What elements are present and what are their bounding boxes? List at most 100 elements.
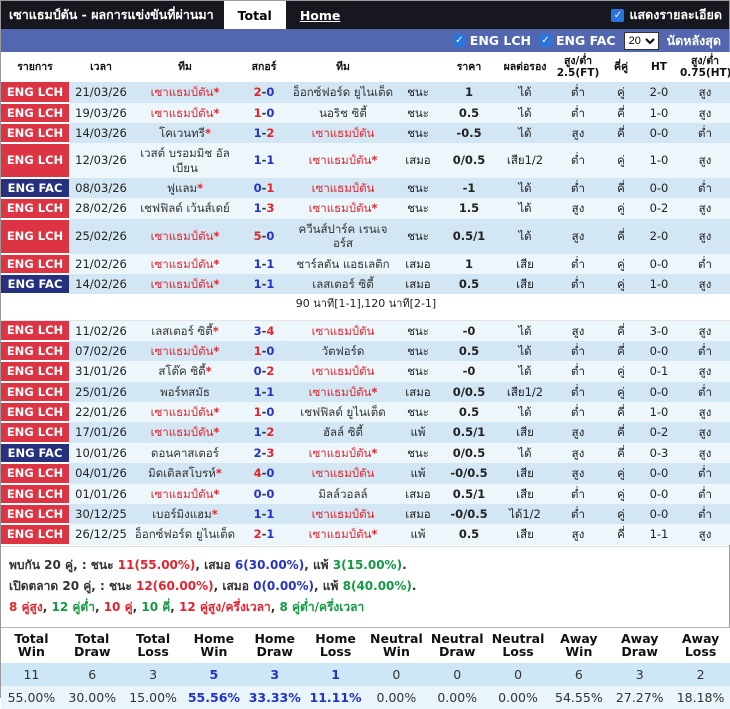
match-date: 14/03/26	[69, 122, 133, 144]
match-row: ENG LCH 12/03/26 เวสต์ บรอมมิช อัลเบียน 1-1…	[1, 143, 730, 179]
summary-segment: 3(15.00%)	[332, 557, 403, 572]
team-name: เซาแธมป์ตัน	[311, 181, 375, 195]
favorite-star: *	[204, 125, 211, 140]
handicap-odds: -1	[441, 178, 497, 199]
results-header-row: รายการ เวลา ทีม สกอร์ ทีม ราคา ผลต่อรอง สูง/ต่ำ…	[1, 52, 730, 83]
league-filter-eng-lch[interactable]: ✓ ENG LCH	[452, 33, 531, 48]
match-result: เสมอ	[395, 253, 441, 274]
match-count-select[interactable]: 20	[623, 31, 659, 50]
summary-segment: 10 คู่	[103, 599, 133, 614]
handicap-result: ได้	[497, 442, 553, 464]
away-goals: 3	[266, 445, 275, 460]
match-score: 4-0	[237, 463, 291, 484]
match-row: ENG LCH 01/01/26 เซาแธมป์ตัน* 0-0 มิลล์วอลล์…	[1, 483, 730, 505]
match-row: ENG LCH 25/02/26 เซาแธมป์ตัน* 5-0 ควีนส์ปาร์…	[1, 218, 730, 255]
page-title: เซาแธมป์ตัน - ผลการแข่งขันที่ผ่านมา	[9, 7, 214, 22]
league-badge: ENG LCH	[1, 143, 69, 179]
handicap-result: ได้	[497, 218, 553, 254]
match-date: 12/03/26	[69, 143, 133, 178]
column-header: ทีม	[291, 52, 395, 83]
favorite-star: *	[213, 276, 220, 291]
column-header: HT	[639, 52, 679, 83]
home-team: เซาแธมป์ตัน*	[133, 253, 237, 274]
summary-line-over-under: 8 คู่สูง, 12 คู่ต่ำ, 10 คู่, 10 คี่, 12 …	[9, 597, 721, 618]
over-under-ft-result: สูง	[553, 524, 603, 545]
away-goals: 0	[266, 486, 275, 501]
summary-segment: ,	[42, 599, 52, 614]
over-under-ht-result: สูง	[679, 273, 730, 295]
summary-segment: 8 คู่สูง	[9, 599, 43, 614]
over-under-ht-result: ต่ำ	[679, 122, 730, 144]
home-goals: 2	[253, 445, 262, 460]
stats-header-cell: Neutral Draw	[426, 627, 488, 664]
match-row: ENG FAC 14/02/26 เซาแธมป์ตัน* 1-1 เลสเตอร์ ซ…	[1, 273, 730, 296]
away-team: ชาร์ลตัน แอธเลติก	[291, 253, 395, 274]
odd-even-result: คี่	[603, 402, 639, 423]
stats-header-cell: Total Win	[1, 627, 62, 664]
away-goals: 1	[266, 276, 275, 291]
handicap-odds: 0/0.5	[441, 381, 497, 402]
tab-home[interactable]: Home	[286, 1, 355, 29]
summary-segment: 12(60.00%)	[135, 578, 214, 593]
halftime-score: 2-0	[639, 82, 679, 103]
column-header: คี่คู่	[603, 52, 639, 83]
favorite-star: *	[213, 85, 220, 100]
title-bar: เซาแธมป์ตัน - ผลการแข่งขันที่ผ่านมา Tota…	[1, 1, 729, 29]
match-date: 11/02/26	[69, 320, 133, 341]
team-name: เซาแธมป์ตัน	[150, 425, 214, 440]
stats-value-cell: 0	[365, 663, 427, 687]
home-goals: 0	[253, 364, 262, 379]
away-goals: 3	[266, 201, 275, 216]
odd-even-result: คี่	[603, 524, 639, 545]
odd-even-result: คี่	[603, 422, 639, 443]
show-details-toggle[interactable]: ✓ แสดงรายละเอียด	[611, 1, 729, 29]
match-result: ชนะ	[395, 218, 441, 254]
league-badge: ENG LCH	[1, 463, 69, 485]
halftime-score: 1-0	[639, 143, 679, 178]
tab-total[interactable]: Total	[223, 1, 286, 29]
favorite-star: *	[205, 364, 212, 379]
column-header: สูง/ต่ำ 2.5(FT)	[553, 52, 603, 83]
match-date: 08/03/26	[69, 178, 133, 199]
home-team: สโต๊ค ซิตี้*	[133, 361, 237, 382]
away-goals: 0	[266, 343, 275, 358]
team-name: เบอร์มิงแฮม	[152, 506, 212, 521]
stats-value-cell: 3	[609, 663, 671, 687]
over-under-ft-result: ต่ำ	[553, 102, 603, 123]
away-goals: 1	[266, 153, 275, 168]
away-team: เชฟฟิลด์ ยูไนเต็ด	[291, 402, 395, 423]
odd-even-result: คู่	[603, 463, 639, 484]
away-goals: 2	[266, 125, 275, 140]
home-goals: 1	[253, 276, 262, 291]
team-name: อ็อกซ์ฟอร์ด ยูไนเต็ด	[292, 85, 394, 100]
match-result: ชนะ	[395, 442, 441, 464]
handicap-odds: 1.5	[441, 198, 497, 219]
match-row: ENG LCH 11/02/26 เลสเตอร์ ซิตี้* 3-4 เซาแธมป…	[1, 320, 730, 342]
league-filter-eng-fac[interactable]: ✓ ENG FAC	[539, 33, 616, 48]
stats-value-cell: 2	[670, 663, 730, 687]
favorite-star: *	[213, 228, 220, 243]
halftime-score: 0-1	[639, 361, 679, 382]
halftime-score: 0-0	[639, 381, 679, 402]
handicap-odds: -0.5	[441, 122, 497, 144]
odd-even-result: คู่	[603, 381, 639, 402]
home-goals: 0	[253, 486, 262, 501]
league-badge: ENG LCH	[1, 102, 69, 124]
odd-even-result: คู่	[603, 273, 639, 295]
team-name: เซาแธมป์ตัน	[308, 153, 372, 168]
handicap-odds: 1	[441, 82, 497, 103]
home-team: โคเวนทรี*	[133, 122, 237, 144]
away-goals: 1	[266, 256, 275, 271]
over-under-ht-result: สูง	[679, 143, 730, 178]
match-score: 1-0	[237, 102, 291, 123]
match-score: 1-2	[237, 422, 291, 443]
odd-even-result: คี่	[603, 320, 639, 341]
away-team: ฮัลล์ ซิตี้	[291, 422, 395, 443]
away-team: เซาแธมป์ตัน	[291, 122, 395, 144]
halftime-score: 0-0	[639, 340, 679, 362]
stats-header-row: Total Win Total Draw Total Loss Home Win Hom…	[1, 627, 730, 664]
match-result: ชนะ	[395, 402, 441, 423]
away-team: เซาแธมป์ตัน	[291, 361, 395, 382]
away-team: นอริช ซิตี้	[291, 102, 395, 123]
away-goals: 0	[266, 85, 275, 100]
